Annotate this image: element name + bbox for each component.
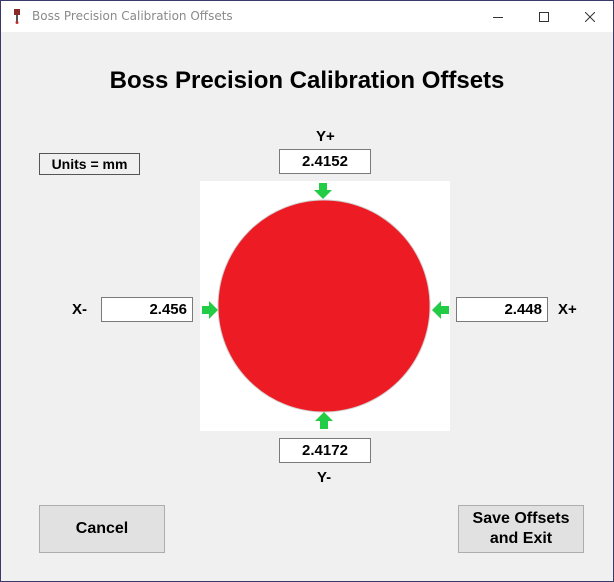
cancel-button[interactable]: Cancel <box>39 505 165 553</box>
y-plus-field[interactable]: 2.4152 <box>279 149 371 174</box>
close-icon <box>585 11 595 22</box>
y-plus-label: Y+ <box>316 128 335 145</box>
units-label: Units = mm <box>39 153 140 175</box>
boss-circle <box>217 199 431 413</box>
diagram-canvas <box>202 183 449 429</box>
calibration-window: Boss Precision Calibration Offsets Boss … <box>0 0 614 582</box>
x-minus-field[interactable]: 2.456 <box>101 297 193 322</box>
probe-icon <box>14 9 20 24</box>
x-plus-field[interactable]: 2.448 <box>456 297 548 322</box>
maximize-icon <box>539 11 549 22</box>
close-button[interactable] <box>567 1 613 32</box>
y-minus-field[interactable]: 2.4172 <box>279 438 371 463</box>
cancel-button-label: Cancel <box>75 520 129 537</box>
arrow-right-icon <box>202 301 218 319</box>
minimize-icon <box>493 16 503 18</box>
save-offsets-button[interactable]: Save Offsets and Exit <box>458 505 584 553</box>
page-title: Boss Precision Calibration Offsets <box>109 67 505 94</box>
minimize-button[interactable] <box>475 1 521 32</box>
x-minus-label: X- <box>72 301 87 318</box>
arrow-left-icon <box>432 301 449 319</box>
arrow-up-icon <box>315 412 333 429</box>
maximize-button[interactable] <box>521 1 567 32</box>
calibration-diagram <box>200 181 450 431</box>
save-button-label-line1: Save Offsets <box>472 510 570 527</box>
title-bar: Boss Precision Calibration Offsets <box>1 1 613 32</box>
window-title: Boss Precision Calibration Offsets <box>32 9 233 23</box>
x-plus-label: X+ <box>558 301 577 318</box>
y-minus-label: Y- <box>317 469 332 486</box>
save-button-label-line2: and Exit <box>489 530 553 547</box>
arrow-down-icon <box>314 183 332 199</box>
